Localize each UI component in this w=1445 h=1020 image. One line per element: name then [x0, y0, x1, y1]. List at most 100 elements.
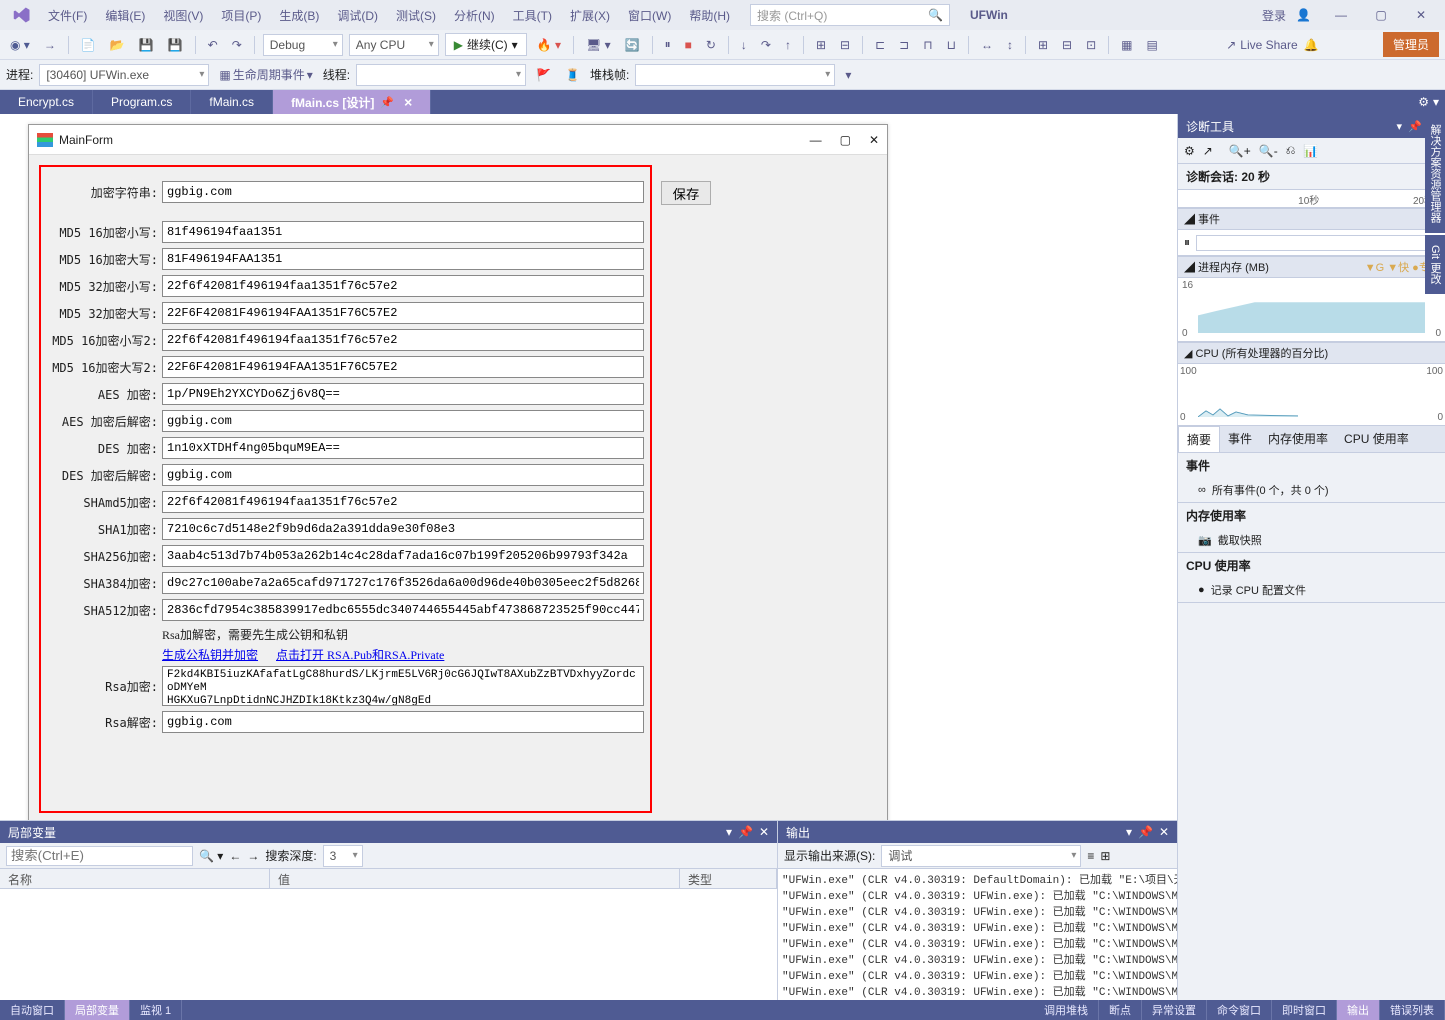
layout-icon[interactable]: ⊡	[1082, 36, 1100, 54]
liveshare-button[interactable]: ↗ Live Share	[1226, 38, 1297, 52]
mainform-window[interactable]: MainForm — ▢ ✕ 保存 加密字符串:MD5 16加密小写:MD5 1…	[28, 124, 888, 820]
platform-combo[interactable]: Any CPU	[349, 34, 439, 56]
locals-search-input[interactable]	[6, 846, 193, 866]
align-top-icon[interactable]: ⊔	[943, 36, 960, 54]
menu-item[interactable]: 调试(D)	[329, 3, 386, 28]
step-out-button[interactable]: ↑	[781, 36, 795, 54]
designer-surface[interactable]: MainForm — ▢ ✕ 保存 加密字符串:MD5 16加密小写:MD5 1…	[0, 114, 1177, 820]
tool-icon[interactable]: ⊞	[812, 36, 830, 54]
memory-chart[interactable]: 16 16 0 0	[1178, 278, 1445, 342]
diag-tab[interactable]: 事件	[1220, 426, 1260, 452]
rsa-decrypt-input[interactable]	[162, 711, 644, 733]
open-button[interactable]: 📂	[106, 36, 129, 54]
open-key-link[interactable]: 点击打开 RSA.Pub和RSA.Private	[276, 648, 444, 662]
close-icon[interactable]: ×	[404, 94, 412, 110]
nav-fwd-icon[interactable]: →	[247, 849, 259, 863]
menu-item[interactable]: 分析(N)	[446, 3, 503, 28]
stackframe-combo[interactable]	[635, 64, 835, 86]
nav-back-icon[interactable]: ←	[229, 849, 241, 863]
new-button[interactable]: 📄	[77, 36, 100, 54]
pause-button[interactable]: ⏸	[661, 35, 675, 54]
field-input[interactable]	[162, 545, 644, 567]
nav-back-button[interactable]: ◉ ▾	[6, 36, 34, 54]
status-tab[interactable]: 调用堆栈	[1034, 1000, 1099, 1020]
status-tab[interactable]: 监视 1	[130, 1000, 182, 1020]
pin-icon[interactable]: 📌	[380, 96, 394, 109]
pin-icon[interactable]: 📌	[738, 825, 753, 839]
diag-tab[interactable]: 内存使用率	[1260, 426, 1336, 452]
layout-icon[interactable]: ↕	[1003, 36, 1017, 54]
saveall-button[interactable]: 💾	[164, 36, 187, 54]
field-input[interactable]	[162, 181, 644, 203]
field-input[interactable]	[162, 491, 644, 513]
events-section-head[interactable]: ◢ 事件	[1178, 208, 1445, 230]
menu-item[interactable]: 帮助(H)	[681, 3, 738, 28]
pin-icon[interactable]: ▾	[726, 825, 732, 839]
layout-icon[interactable]: ⊞	[1034, 36, 1052, 54]
field-input[interactable]	[162, 302, 644, 324]
minimize-button[interactable]: —	[1321, 0, 1361, 30]
thread-combo[interactable]	[356, 64, 526, 86]
status-tab[interactable]: 异常设置	[1142, 1000, 1207, 1020]
document-tab[interactable]: Encrypt.cs	[0, 90, 93, 114]
pin-icon[interactable]: 📌	[1408, 120, 1422, 133]
config-combo[interactable]: Debug	[263, 34, 343, 56]
pin-icon[interactable]: 📌	[1138, 825, 1153, 839]
col-name[interactable]: 名称	[0, 869, 270, 888]
chart-icon[interactable]: 📊	[1303, 144, 1318, 158]
rsa-encrypt-textarea[interactable]: F2kd4KBI5iuzKAfafatLgC88hurdS/LKjrmE5LV6…	[162, 666, 644, 706]
login-link[interactable]: 登录	[1262, 7, 1286, 24]
reset-zoom-icon[interactable]: ⎌	[1286, 143, 1296, 158]
align-left-icon[interactable]: ⊏	[871, 36, 889, 54]
browser-button[interactable]: 🖥 ▾	[582, 36, 615, 54]
field-input[interactable]	[162, 410, 644, 432]
output-body[interactable]: "UFWin.exe" (CLR v4.0.30319: DefaultDoma…	[778, 869, 1177, 1000]
diag-tab[interactable]: 摘要	[1178, 426, 1220, 452]
search-icon[interactable]: 🔍 ▾	[199, 849, 223, 863]
col-type[interactable]: 类型	[680, 869, 777, 888]
field-input[interactable]	[162, 248, 644, 270]
layout-icon[interactable]: ↔	[977, 36, 997, 54]
depth-combo[interactable]: 3	[323, 845, 363, 867]
status-tab[interactable]: 断点	[1099, 1000, 1142, 1020]
step-over-button[interactable]: ↷	[757, 36, 775, 54]
form-close-icon[interactable]: ✕	[869, 133, 879, 147]
field-input[interactable]	[162, 383, 644, 405]
lifecycle-icon[interactable]: ▦ 生命周期事件 ▾	[215, 64, 316, 85]
feedback-icon[interactable]: 🔔	[1304, 38, 1319, 52]
dropdown-icon[interactable]: ▾	[1397, 120, 1403, 133]
menu-item[interactable]: 测试(S)	[388, 3, 444, 28]
thread-icon[interactable]: 🧵	[561, 66, 584, 84]
maximize-button[interactable]: ▢	[1361, 0, 1401, 30]
status-tab[interactable]: 自动窗口	[0, 1000, 65, 1020]
align-center-icon[interactable]: ⊐	[895, 36, 913, 54]
search-input[interactable]: 搜索 (Ctrl+Q) 🔍	[750, 4, 950, 26]
menu-item[interactable]: 窗口(W)	[620, 3, 679, 28]
col-value[interactable]: 值	[270, 869, 680, 888]
document-tab[interactable]: fMain.cs	[191, 90, 273, 114]
continue-button[interactable]: ▶继续(C) ▾	[445, 33, 527, 56]
field-input[interactable]	[162, 221, 644, 243]
form-save-button[interactable]: 保存	[661, 181, 711, 205]
tab-dropdown-icon[interactable]: ▾	[1433, 95, 1439, 109]
zoom-in-icon[interactable]: 🔍+	[1229, 144, 1251, 158]
menu-item[interactable]: 项目(P)	[213, 3, 269, 28]
gen-key-link[interactable]: 生成公私钥并加密	[162, 648, 258, 662]
field-input[interactable]	[162, 437, 644, 459]
field-input[interactable]	[162, 356, 644, 378]
menu-item[interactable]: 工具(T)	[505, 3, 560, 28]
layout-icon[interactable]: ▤	[1142, 36, 1161, 54]
field-input[interactable]	[162, 572, 644, 594]
field-input[interactable]	[162, 518, 644, 540]
hot-reload-button[interactable]: 🔥 ▾	[533, 36, 565, 54]
undo-button[interactable]: ↶	[204, 36, 222, 54]
snapshot-item[interactable]: 📷截取快照	[1178, 528, 1445, 552]
status-tab[interactable]: 即时窗口	[1272, 1000, 1337, 1020]
output-source-combo[interactable]: 调试	[881, 845, 1081, 867]
export-icon[interactable]: ↗	[1203, 144, 1213, 158]
stop-button[interactable]: ■	[681, 36, 696, 54]
status-tab[interactable]: 错误列表	[1380, 1000, 1445, 1020]
form-minimize-icon[interactable]: —	[810, 133, 822, 147]
status-tab[interactable]: 输出	[1337, 1000, 1380, 1020]
close-icon[interactable]: ✕	[759, 825, 769, 839]
